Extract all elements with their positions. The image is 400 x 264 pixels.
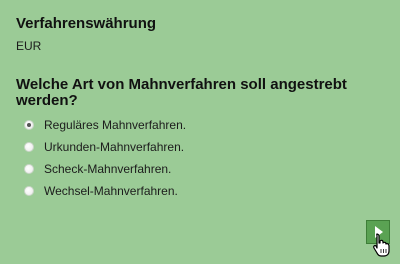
currency-value: EUR xyxy=(16,39,42,53)
radio-regular[interactable] xyxy=(24,120,34,130)
currency-label: Verfahrenswährung xyxy=(16,15,157,32)
next-button[interactable] xyxy=(366,220,390,244)
option-document[interactable]: Urkunden-Mahnverfahren. xyxy=(24,136,324,158)
option-cheque[interactable]: Scheck-Mahnverfahren. xyxy=(24,158,324,180)
radio-bill-of-exchange[interactable] xyxy=(24,186,34,196)
option-bill-of-exchange[interactable]: Wechsel-Mahnverfahren. xyxy=(24,180,324,202)
play-arrow-icon xyxy=(375,226,383,238)
procedure-question: Welche Art von Mahnverfahren soll angest… xyxy=(16,76,347,109)
option-label: Urkunden-Mahnverfahren. xyxy=(44,140,185,154)
radio-document[interactable] xyxy=(24,142,34,152)
option-label: Scheck-Mahnverfahren. xyxy=(44,162,172,176)
option-label: Wechsel-Mahnverfahren. xyxy=(44,184,178,198)
option-label: Reguläres Mahnverfahren. xyxy=(44,118,187,132)
procedure-options: Reguläres Mahnverfahren. Urkunden-Mahnve… xyxy=(24,114,324,202)
form-panel: Verfahrenswährung EUR Welche Art von Mah… xyxy=(0,0,400,264)
radio-cheque[interactable] xyxy=(24,164,34,174)
option-regular[interactable]: Reguläres Mahnverfahren. xyxy=(24,114,324,136)
